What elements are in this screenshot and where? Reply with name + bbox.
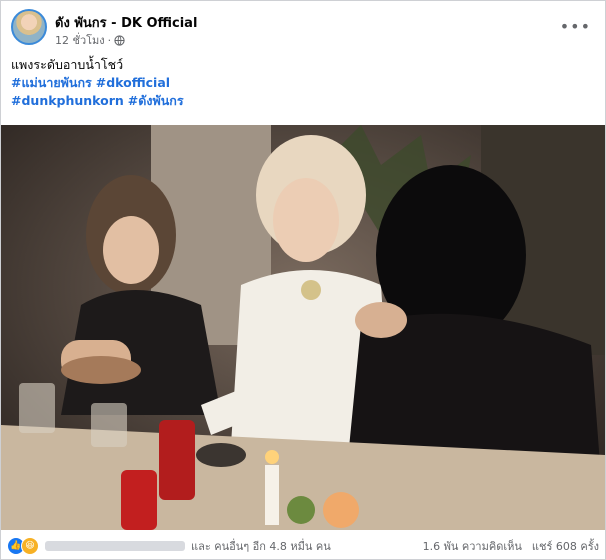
share-count[interactable]: แชร์ 608 ครั้ง [532, 537, 599, 555]
post-photo[interactable] [1, 125, 605, 530]
globe-icon [114, 34, 125, 46]
comment-count[interactable]: 1.6 พัน ความคิดเห็น [423, 537, 522, 555]
engagement-stats: 1.6 พัน ความคิดเห็น แชร์ 608 ครั้ง [423, 537, 599, 555]
more-horizontal-icon[interactable]: ••• [560, 17, 591, 36]
haha-icon: 😆 [21, 537, 39, 555]
post-time[interactable]: 12 ชั่วโมง [55, 31, 105, 49]
reaction-icons[interactable]: 👍 😆 [7, 537, 39, 555]
caption: แพงระดับอาบน้ำโชว์ [11, 57, 124, 72]
hashtag[interactable]: #แม่นายพันกร [11, 75, 92, 90]
post-meta: 12 ชั่วโมง · [55, 31, 125, 49]
reaction-summary[interactable]: และ คนอื่นๆ อีก 4.8 หมื่น คน [191, 537, 331, 555]
post-header: ดัง พันกร - DK Official 12 ชั่วโมง · ••• [11, 9, 595, 49]
redacted-names [45, 541, 185, 551]
photo-illustration [1, 125, 605, 530]
hashtag[interactable]: #dkofficial [96, 75, 170, 90]
post-footer: 👍 😆 และ คนอื่นๆ อีก 4.8 หมื่น คน 1.6 พัน… [7, 535, 599, 557]
hashtags-row-2: #dunkphunkorn #ดังพันกร [11, 92, 595, 110]
facebook-post: ดัง พันกร - DK Official 12 ชั่วโมง · •••… [0, 0, 606, 560]
hashtags-row-1: #แม่นายพันกร #dkofficial [11, 74, 595, 92]
avatar[interactable] [11, 9, 47, 45]
hashtag[interactable]: #ดังพันกร [128, 93, 184, 108]
post-text: แพงระดับอาบน้ำโชว์ #แม่นายพันกร #dkoffic… [11, 56, 595, 110]
hashtag[interactable]: #dunkphunkorn [11, 93, 124, 108]
author-name[interactable]: ดัง พันกร - DK Official [55, 12, 197, 33]
